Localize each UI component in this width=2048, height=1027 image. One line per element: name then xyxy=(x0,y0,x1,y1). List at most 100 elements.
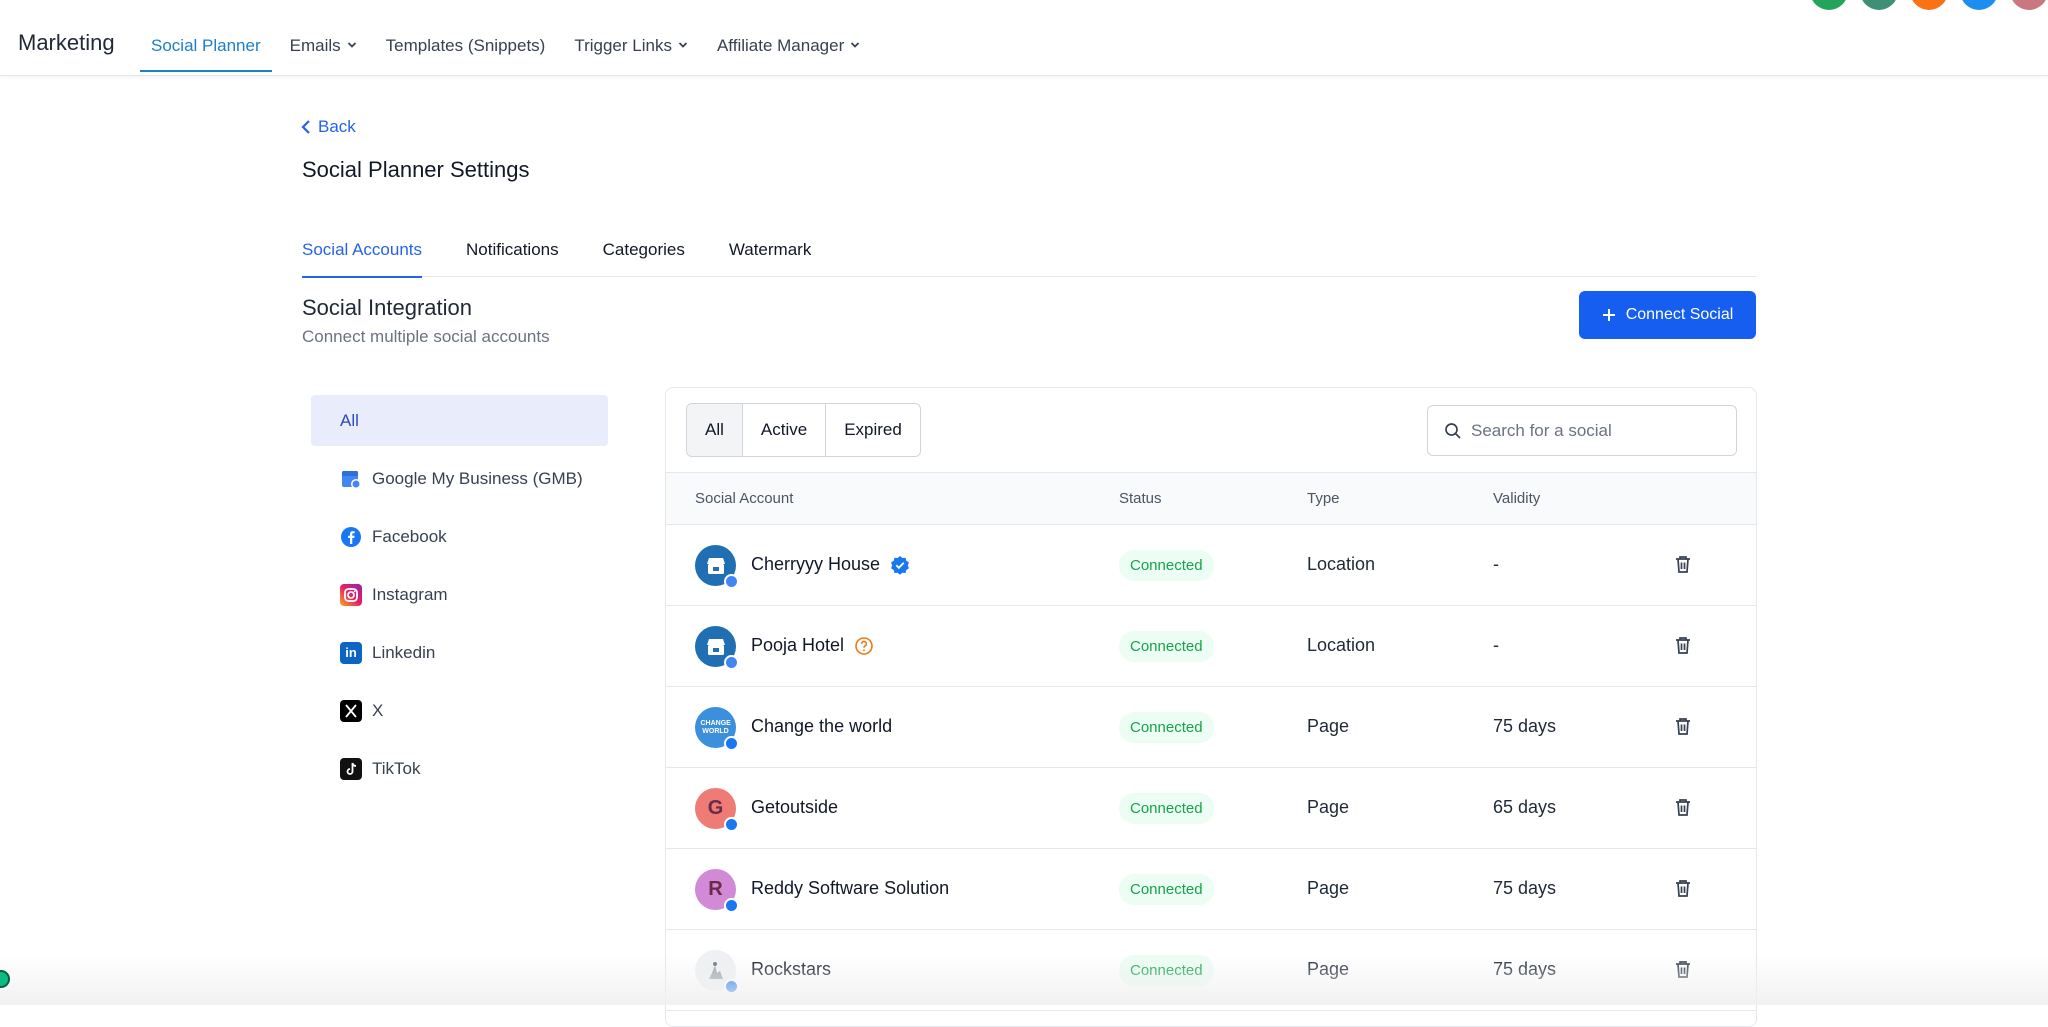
account-validity: 75 days xyxy=(1493,959,1557,979)
account-validity: 75 days xyxy=(1493,878,1557,898)
filter-facebook[interactable]: Facebook xyxy=(311,511,608,562)
tab-watermark[interactable]: Watermark xyxy=(729,232,812,277)
account-avatar: G xyxy=(695,788,739,832)
account-validity: 65 days xyxy=(1493,797,1557,817)
filter-label: TikTok xyxy=(372,758,421,778)
avatar-logo-text: CHANGE WORLD xyxy=(700,719,731,735)
chevron-down-icon xyxy=(851,42,860,48)
delete-account-button[interactable] xyxy=(1674,959,1692,984)
filter-x[interactable]: X xyxy=(311,685,608,736)
account-name: Getoutside xyxy=(751,797,838,818)
avatar-letter: G xyxy=(707,797,724,819)
facebook-badge-icon xyxy=(724,979,739,994)
search-icon xyxy=(1445,422,1461,439)
filter-label: All xyxy=(340,410,359,430)
trash-icon xyxy=(1674,637,1692,659)
status-badge: Connected xyxy=(1119,712,1214,743)
settings-tabs: Social Accounts Notifications Categories… xyxy=(302,232,1756,278)
header-avatars xyxy=(1810,0,2048,10)
help-circle-icon[interactable] xyxy=(854,636,874,656)
status-badge: Connected xyxy=(1119,550,1214,581)
status-badge: Connected xyxy=(1119,631,1214,662)
delete-account-button[interactable] xyxy=(1674,716,1692,741)
nav-affiliate-manager[interactable]: Affiliate Manager xyxy=(706,0,871,76)
top-navigation-bar: Marketing Social Planner Emails Template… xyxy=(0,0,2048,76)
user-avatar[interactable] xyxy=(1810,0,1848,10)
account-type: Location xyxy=(1307,635,1376,655)
nav-label: Emails xyxy=(289,36,341,55)
filter-instagram[interactable]: Instagram xyxy=(311,569,608,620)
account-name-text: Reddy Software Solution xyxy=(751,878,950,898)
social-accounts-card: All Active Expired Social Account Status… xyxy=(665,387,1757,1027)
avatar-letter: R xyxy=(708,878,723,900)
gmb-badge-icon xyxy=(724,574,739,589)
nav-label: Templates (Snippets) xyxy=(385,36,546,55)
filter-gmb[interactable]: Google My Business (GMB) xyxy=(311,453,608,504)
status-filter-all[interactable]: All xyxy=(687,404,743,456)
nav-label: Affiliate Manager xyxy=(716,36,845,55)
account-validity: - xyxy=(1493,554,1499,574)
nav-social-planner[interactable]: Social Planner xyxy=(140,0,272,76)
platform-filter-list: All Google My Business (GMB) Facebook In… xyxy=(311,395,608,801)
filter-all[interactable]: All xyxy=(311,395,608,446)
tab-social-accounts[interactable]: Social Accounts xyxy=(302,232,423,278)
tiktok-icon xyxy=(340,757,362,780)
filter-label: X xyxy=(372,700,384,720)
facebook-badge-icon xyxy=(724,736,739,751)
nav-templates[interactable]: Templates (Snippets) xyxy=(375,0,557,76)
user-avatar[interactable] xyxy=(1910,0,1948,10)
instagram-icon xyxy=(340,583,362,606)
delete-account-button[interactable] xyxy=(1674,797,1692,822)
table-header: Social Account Status Type Validity xyxy=(666,472,1756,525)
account-avatar xyxy=(695,545,739,589)
status-filter-expired[interactable]: Expired xyxy=(826,404,920,456)
main-nav: Social Planner Emails Templates (Snippet… xyxy=(140,0,871,76)
chat-widget-icon[interactable] xyxy=(0,970,10,988)
account-avatar: R xyxy=(695,869,739,913)
account-type: Page xyxy=(1307,959,1350,979)
tab-notifications[interactable]: Notifications xyxy=(466,232,559,277)
account-avatar xyxy=(695,626,739,670)
status-badge: Connected xyxy=(1119,793,1214,824)
search-input[interactable] xyxy=(1471,420,1711,441)
table-row: G Getoutside Connected Page 65 days xyxy=(666,768,1756,849)
facebook-icon xyxy=(340,526,362,548)
account-avatar xyxy=(695,950,739,994)
chevron-down-icon xyxy=(678,42,688,48)
facebook-badge-icon xyxy=(724,898,739,913)
account-validity: - xyxy=(1493,635,1499,655)
account-name-text: Change the world xyxy=(751,716,893,736)
trash-icon xyxy=(1674,799,1692,821)
nav-trigger-links[interactable]: Trigger Links xyxy=(563,0,699,76)
trash-icon xyxy=(1674,556,1692,578)
x-icon xyxy=(340,699,362,722)
back-label: Back xyxy=(318,117,356,136)
filter-tiktok[interactable]: TikTok xyxy=(311,743,608,794)
delete-account-button[interactable] xyxy=(1674,554,1692,579)
user-avatar[interactable] xyxy=(1960,0,1998,10)
account-validity: 75 days xyxy=(1493,716,1557,736)
filter-label: Google My Business (GMB) xyxy=(372,468,583,488)
user-avatar[interactable] xyxy=(2010,0,2048,10)
page-title: Social Planner Settings xyxy=(302,157,530,182)
filter-linkedin[interactable]: in Linkedin xyxy=(311,627,608,678)
user-avatar[interactable] xyxy=(1860,0,1898,10)
table-row: R Reddy Software Solution Connected Page 75 … xyxy=(666,849,1756,930)
nav-emails[interactable]: Emails xyxy=(279,0,368,76)
account-type: Page xyxy=(1307,878,1350,898)
account-name-text: Pooja Hotel xyxy=(751,635,845,655)
delete-account-button[interactable] xyxy=(1674,878,1692,903)
column-header-type: Type xyxy=(1307,490,1340,507)
connect-social-button[interactable]: Connect Social xyxy=(1579,291,1756,339)
status-filter-active[interactable]: Active xyxy=(743,404,827,456)
linkedin-icon: in xyxy=(340,641,362,664)
verified-icon xyxy=(891,555,910,575)
chevron-down-icon xyxy=(347,42,356,48)
store-icon xyxy=(706,557,725,574)
column-header-social-account: Social Account xyxy=(695,490,794,507)
delete-account-button[interactable] xyxy=(1674,635,1692,660)
filter-label: Facebook xyxy=(372,526,447,546)
back-link[interactable]: Back xyxy=(300,117,356,137)
account-name: Change the world xyxy=(751,716,892,737)
tab-categories[interactable]: Categories xyxy=(603,232,685,277)
